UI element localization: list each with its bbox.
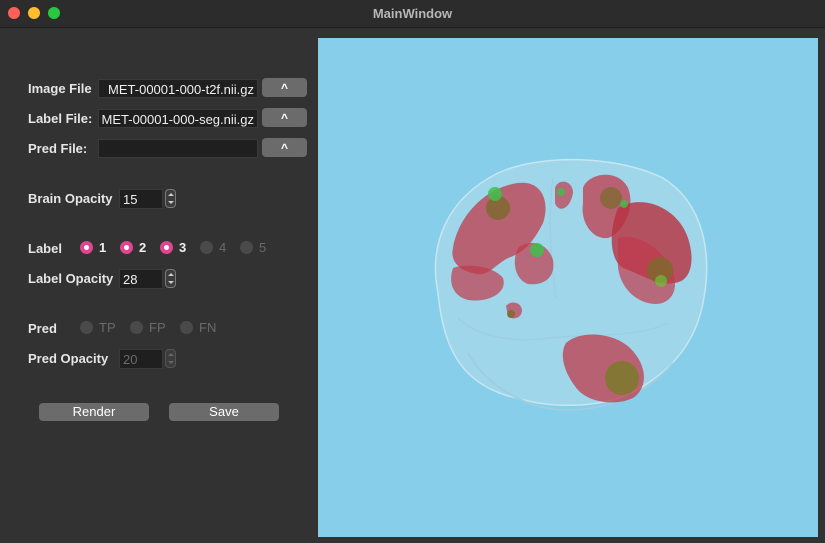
title-bar: MainWindow [0,0,825,28]
green-spot-5 [655,275,667,287]
green-spot-3 [557,188,565,196]
image-file-value: MET-00001-000-t2f.nii.gz [108,82,254,97]
label-file-browse-button[interactable]: ^ [262,108,307,127]
image-file-browse-button[interactable]: ^ [262,78,307,97]
core-right-top [600,187,622,209]
chevron-up-icon[interactable] [168,193,174,196]
pred-file-label: Pred File: [28,141,88,156]
chevron-down-icon [168,361,174,364]
pred-opacity-value: 20 [119,349,163,369]
image-file-field[interactable]: MET-00001-000-t2f.nii.gz [98,79,258,98]
radio-checked-icon[interactable] [80,241,93,254]
brain-opacity-label: Brain Opacity [28,191,113,206]
pred-option-text: FP [149,320,166,335]
radio-disabled-icon [180,321,193,334]
radio-disabled-icon [200,241,213,254]
save-button[interactable]: Save [169,403,279,421]
label-option-text: 5 [259,240,267,255]
core-lower [605,361,639,395]
main-window: MainWindow Image File MET-00001-000-t2f.… [0,0,825,543]
brain-opacity-value[interactable]: 15 [119,189,163,209]
radio-disabled-icon [80,321,93,334]
green-spot-1 [488,187,502,201]
label-option-text: 4 [219,240,227,255]
label-option-text: 3 [179,240,187,255]
core-small [507,310,515,318]
label-opacity-label: Label Opacity [28,271,114,286]
chevron-down-icon[interactable] [168,201,174,204]
pred-file-browse-button[interactable]: ^ [262,138,307,157]
pred-group-title: Pred [28,321,57,336]
image-file-label: Image File [28,81,92,96]
green-spot-2 [530,243,544,257]
green-spot-4 [620,200,628,208]
chevron-down-icon[interactable] [168,281,174,284]
window-title: MainWindow [372,6,453,21]
render-viewport[interactable] [318,38,818,537]
label-option-text: 1 [99,240,107,255]
radio-disabled-icon [130,321,143,334]
label-file-field[interactable]: MET-00001-000-seg.nii.gz [98,109,258,128]
label-opacity-stepper[interactable] [165,269,176,288]
radio-checked-icon[interactable] [120,241,133,254]
pred-file-field[interactable] [98,139,258,158]
pred-opacity-label: Pred Opacity [28,351,109,366]
label-opacity-value[interactable]: 28 [119,269,163,289]
label-group-title: Label [28,241,62,256]
pred-opacity-stepper [165,349,176,368]
pred-option-text: TP [99,320,116,335]
pred-option-text: FN [199,320,217,335]
label-file-label: Label File: [28,111,93,126]
render-button[interactable]: Render [39,403,149,421]
radio-checked-icon[interactable] [160,241,173,254]
label-file-value: MET-00001-000-seg.nii.gz [101,112,254,127]
chevron-up-icon [168,353,174,356]
radio-disabled-icon [240,241,253,254]
brain-opacity-stepper[interactable] [165,189,176,208]
brain-render [434,158,708,412]
chevron-up-icon[interactable] [168,273,174,276]
label-option-text: 2 [139,240,147,255]
